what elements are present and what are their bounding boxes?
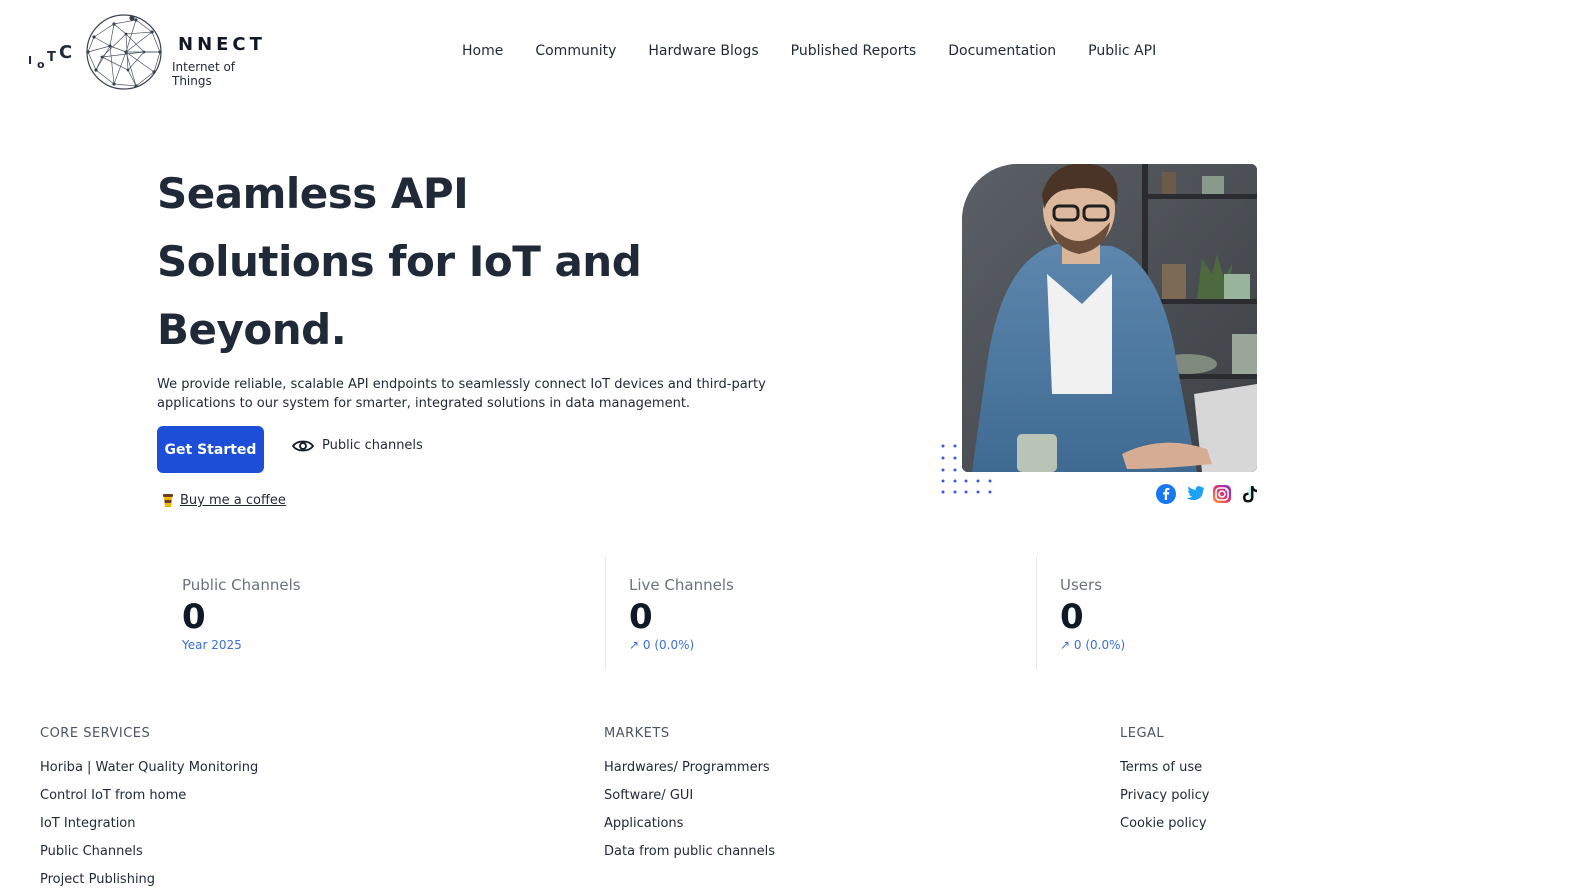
stat-trend: ↗ 0 (0.0%) bbox=[1060, 638, 1126, 652]
brand-name: NNECT bbox=[178, 34, 266, 55]
footer-link-software[interactable]: Software/ GUI bbox=[604, 788, 775, 816]
facebook-icon[interactable] bbox=[1156, 484, 1176, 504]
footer-legal: LEGAL Terms of use Privacy policy Cookie… bbox=[1120, 726, 1209, 844]
stat-value: 0 bbox=[182, 597, 206, 637]
stat-subtext: Year 2025 bbox=[182, 638, 242, 652]
footer-heading: MARKETS bbox=[604, 726, 670, 741]
footer-core-services: CORE SERVICES Horiba | Water Quality Mon… bbox=[40, 726, 258, 896]
buy-coffee-link[interactable]: Buy me a coffee bbox=[162, 493, 286, 508]
site-logo[interactable]: I o T C NNECT Internet of Things bbox=[28, 12, 278, 94]
footer-link-cookie[interactable]: Cookie policy bbox=[1120, 816, 1209, 844]
buy-coffee-label: Buy me a coffee bbox=[180, 493, 286, 508]
stat-trend: ↗ 0 (0.0%) bbox=[629, 638, 695, 652]
footer-link-terms[interactable]: Terms of use bbox=[1120, 760, 1209, 788]
footer-link-project-publishing[interactable]: Project Publishing bbox=[40, 872, 258, 896]
stat-value: 0 bbox=[629, 597, 653, 637]
twitter-icon[interactable] bbox=[1184, 484, 1204, 504]
hero-title: Seamless API Solutions for IoT and Beyon… bbox=[157, 169, 642, 354]
hero-photo bbox=[962, 164, 1257, 472]
footer-heading: CORE SERVICES bbox=[40, 726, 151, 741]
get-started-button[interactable]: Get Started bbox=[157, 426, 264, 473]
social-links bbox=[1156, 484, 1260, 504]
coffee-cup-icon bbox=[163, 493, 173, 507]
nav-community[interactable]: Community bbox=[535, 43, 616, 59]
public-channels-button[interactable]: Public channels bbox=[292, 438, 423, 453]
nav-home[interactable]: Home bbox=[462, 43, 503, 59]
tiktok-icon[interactable] bbox=[1240, 484, 1260, 504]
footer-link-control-iot[interactable]: Control IoT from home bbox=[40, 788, 258, 816]
footer-markets: MARKETS Hardwares/ Programmers Software/… bbox=[604, 726, 775, 872]
footer-link-horiba[interactable]: Horiba | Water Quality Monitoring bbox=[40, 760, 258, 788]
nav-hardware-blogs[interactable]: Hardware Blogs bbox=[648, 43, 758, 59]
eye-icon bbox=[292, 440, 314, 451]
footer-link-public-channels[interactable]: Public Channels bbox=[40, 844, 258, 872]
nav-published-reports[interactable]: Published Reports bbox=[791, 43, 917, 59]
stat-label: Live Channels bbox=[629, 576, 734, 594]
footer-link-applications[interactable]: Applications bbox=[604, 816, 775, 844]
public-channels-label: Public channels bbox=[322, 438, 423, 453]
stat-divider bbox=[1036, 557, 1037, 669]
footer-link-public-data[interactable]: Data from public channels bbox=[604, 844, 775, 872]
dot-pattern-decoration bbox=[941, 444, 992, 494]
footer-link-hardwares[interactable]: Hardwares/ Programmers bbox=[604, 760, 775, 788]
footer-link-privacy[interactable]: Privacy policy bbox=[1120, 788, 1209, 816]
stat-value: 0 bbox=[1060, 597, 1084, 637]
stat-label: Public Channels bbox=[182, 576, 301, 594]
globe-network-icon bbox=[86, 14, 162, 90]
footer-link-iot-integration[interactable]: IoT Integration bbox=[40, 816, 258, 844]
nav-public-api[interactable]: Public API bbox=[1088, 43, 1156, 59]
stat-divider bbox=[605, 557, 606, 669]
main-nav: Home Community Hardware Blogs Published … bbox=[462, 43, 1188, 59]
stat-label: Users bbox=[1060, 576, 1103, 594]
instagram-icon[interactable] bbox=[1212, 484, 1232, 504]
footer-heading: LEGAL bbox=[1120, 726, 1165, 741]
brand-tagline: Internet of Things bbox=[172, 60, 236, 88]
nav-documentation[interactable]: Documentation bbox=[948, 43, 1056, 59]
hero-description: We provide reliable, scalable API endpoi… bbox=[157, 377, 766, 411]
